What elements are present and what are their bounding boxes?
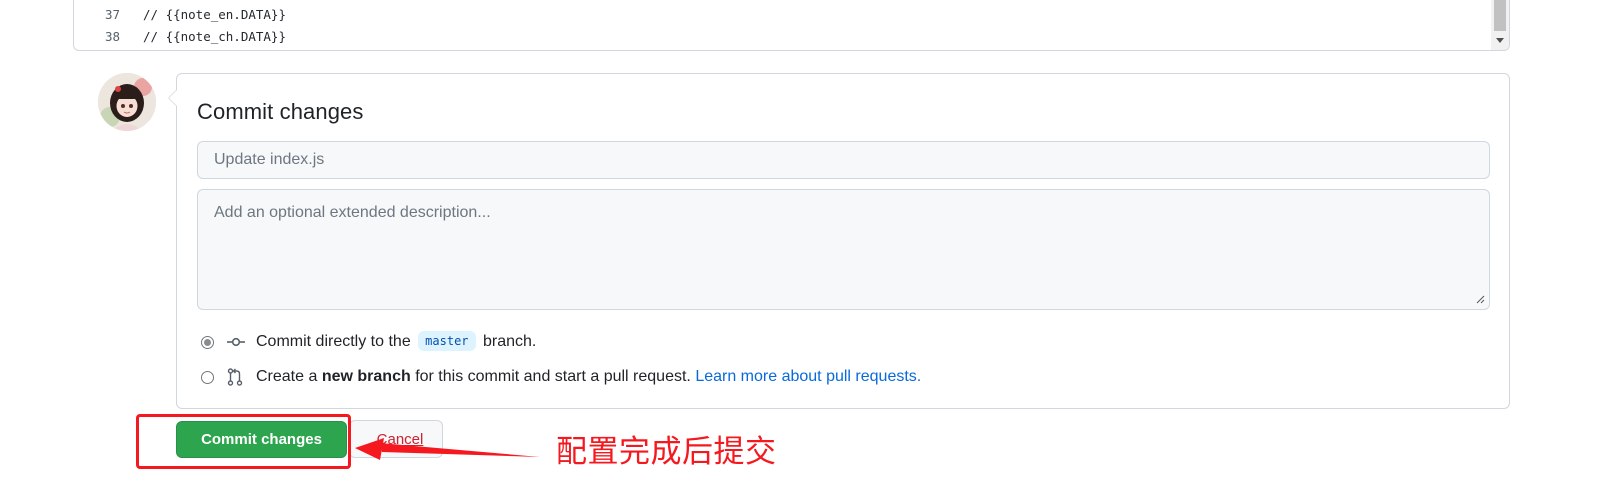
- radio-new-branch[interactable]: [201, 370, 214, 384]
- learn-more-pull-requests-link[interactable]: Learn more about pull requests.: [695, 368, 921, 385]
- branch-name-tag: master: [418, 331, 476, 351]
- editor-scrollbar[interactable]: [1491, 0, 1509, 50]
- code-text: // {{note_ch.DATA}}: [143, 29, 286, 44]
- cancel-button-label: Cancel: [376, 430, 424, 448]
- commit-changes-panel: Commit changes Commit directly to the ma…: [168, 73, 1510, 409]
- git-pull-request-icon: [227, 368, 247, 386]
- git-commit-icon: [227, 334, 247, 350]
- radio-commit-directly[interactable]: [201, 335, 214, 349]
- scroll-down-arrow-icon[interactable]: [1496, 38, 1504, 43]
- cancel-button[interactable]: Cancel: [349, 420, 443, 458]
- avatar[interactable]: [98, 73, 156, 131]
- commit-title: Commit changes: [197, 99, 364, 124]
- option-commit-directly-label: Commit directly to the master branch.: [256, 331, 537, 351]
- option-new-branch[interactable]: Create a new branch for this commit and …: [201, 365, 921, 389]
- resize-grip-icon[interactable]: [1475, 294, 1485, 304]
- code-editor[interactable]: 37 // {{note_en.DATA}} 38 // {{note_ch.DAT…: [73, 0, 1510, 51]
- line-number: 38: [104, 29, 120, 44]
- code-line-37: 37 // {{note_en.DATA}}: [74, 4, 286, 26]
- commit-summary-input[interactable]: [197, 141, 1490, 179]
- option-commit-directly[interactable]: Commit directly to the master branch.: [201, 330, 536, 354]
- avatar-image: [98, 73, 156, 131]
- code-line-38: 38 // {{note_ch.DATA}}: [74, 26, 286, 48]
- annotation-text: 配置完成后提交: [556, 434, 777, 470]
- code-text: // {{note_en.DATA}}: [143, 7, 286, 22]
- line-number: 37: [104, 7, 120, 22]
- commit-changes-button[interactable]: Commit changes: [176, 421, 347, 458]
- option-new-branch-label: Create a new branch for this commit and …: [256, 368, 922, 385]
- commit-description-input[interactable]: [197, 189, 1490, 310]
- scrollbar-thumb[interactable]: [1494, 0, 1506, 31]
